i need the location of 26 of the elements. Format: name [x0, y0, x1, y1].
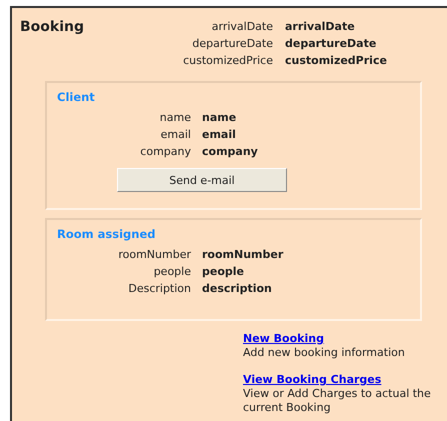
field-value: roomNumber: [202, 247, 284, 263]
field-value: customizedPrice: [285, 53, 387, 69]
action-link[interactable]: New Booking: [243, 331, 324, 346]
field-value: arrivalDate: [285, 19, 356, 35]
section-title: Room assigned: [57, 226, 156, 242]
field-value: people: [202, 264, 245, 280]
section-title: Client: [57, 89, 95, 105]
field-label: Description: [127, 281, 191, 297]
field-value: description: [202, 281, 273, 297]
field-label: name: [158, 110, 191, 126]
link-description: Add new booking information: [243, 346, 405, 360]
field-label: roomNumber: [117, 247, 191, 263]
field-value: name: [202, 110, 238, 126]
field-label: company: [139, 144, 191, 160]
field-value: company: [202, 144, 258, 160]
field-label: departureDate: [191, 36, 273, 52]
panel-title: Booking: [20, 18, 86, 37]
field-label: email: [160, 127, 191, 143]
field-value: email: [202, 127, 237, 143]
send-email-button[interactable]: Send e-mail: [117, 168, 287, 192]
field-label: people: [152, 264, 191, 280]
link-description: View or Add Charges to actual the current Booking: [243, 387, 432, 415]
action-link[interactable]: View Booking Charges: [243, 372, 382, 387]
field-label: arrivalDate: [210, 19, 273, 35]
field-label: customizedPrice: [182, 53, 273, 69]
field-value: departureDate: [285, 36, 378, 52]
